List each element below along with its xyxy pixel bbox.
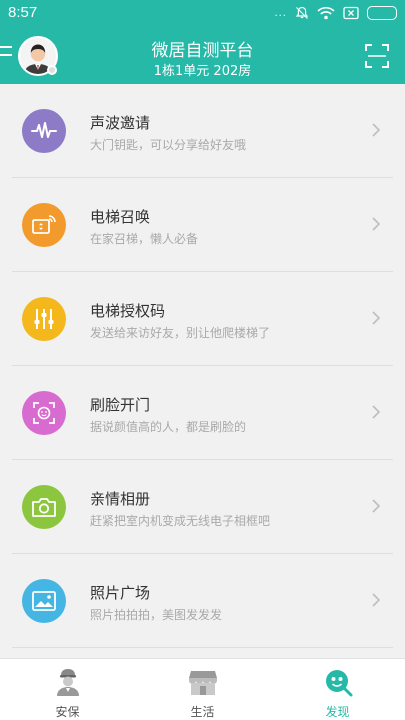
tab-life[interactable]: 生活 — [135, 659, 270, 720]
tab-discover[interactable]: 发现 — [270, 659, 405, 720]
chevron-right-icon — [372, 593, 381, 607]
feature-list: 声波邀请 大门钥匙，可以分享给好友哦 电梯召唤 在家召梯，懒人必备 电梯授权码 … — [0, 84, 405, 648]
feature-title: 电梯授权码 — [90, 302, 166, 320]
feature-description: 赶紧把室内机变成无线电子相框吧 — [90, 514, 271, 528]
feature-item-face-unlock[interactable]: 刷脸开门 据说颜值高的人，都是刷脸的 — [0, 366, 405, 460]
status-time: 8:57 — [8, 4, 38, 21]
battery-icon — [367, 6, 397, 20]
feature-title: 照片广场 — [90, 584, 151, 602]
feature-item-elevator-auth[interactable]: 电梯授权码 发送给来访好友，别让他爬楼梯了 — [0, 272, 405, 366]
feature-title: 亲情相册 — [90, 490, 151, 508]
bottom-tab-bar: 安保 生活 发现 — [0, 658, 405, 720]
page-title: 微居自测平台 — [151, 41, 254, 61]
feature-description: 在家召梯，懒人必备 — [90, 232, 199, 246]
tab-label: 生活 — [190, 705, 215, 719]
feature-description: 发送给来访好友，别让他爬楼梯了 — [90, 326, 271, 340]
status-bar: 8:57 ... — [0, 0, 405, 28]
tab-label: 安保 — [55, 705, 80, 719]
chevron-right-icon — [372, 217, 381, 231]
feature-title: 电梯召唤 — [90, 208, 151, 226]
chevron-right-icon — [372, 123, 381, 137]
tab-security[interactable]: 安保 — [0, 659, 135, 720]
mute-bell-icon — [295, 6, 309, 20]
divider — [12, 647, 393, 648]
chevron-right-icon — [372, 499, 381, 513]
feature-item-elevator-call[interactable]: 电梯召唤 在家召梯，懒人必备 — [0, 178, 405, 272]
feature-description: 据说颜值高的人，都是刷脸的 — [90, 420, 247, 434]
feature-item-photo-square[interactable]: 照片广场 照片拍拍拍，美图发发发 — [0, 554, 405, 648]
feature-title: 刷脸开门 — [90, 396, 151, 414]
face-scan-icon — [22, 391, 66, 435]
tab-label: 发现 — [325, 705, 350, 719]
guard-icon — [56, 669, 79, 696]
no-sim-icon — [343, 6, 359, 20]
scan-icon[interactable] — [365, 44, 389, 68]
app-header: 微居自测平台 1栋1单元 202房 — [0, 28, 405, 84]
room-address: 1栋1单元 202房 — [153, 64, 252, 79]
chevron-right-icon — [372, 405, 381, 419]
notification-dots: ... — [274, 7, 287, 19]
elevator-call-icon — [22, 203, 66, 247]
sound-wave-icon — [22, 109, 66, 153]
feature-description: 照片拍拍拍，美图发发发 — [90, 608, 223, 622]
wifi-icon — [317, 6, 335, 20]
feature-item-family-album[interactable]: 亲情相册 赶紧把室内机变成无线电子相框吧 — [0, 460, 405, 554]
feature-title: 声波邀请 — [90, 114, 151, 132]
shop-icon — [188, 671, 217, 695]
chevron-right-icon — [372, 311, 381, 325]
camera-icon — [22, 485, 66, 529]
status-icons: ... — [274, 6, 397, 20]
discover-icon — [325, 670, 352, 697]
feature-item-sound-invite[interactable]: 声波邀请 大门钥匙，可以分享给好友哦 — [0, 84, 405, 178]
sliders-icon — [22, 297, 66, 341]
picture-icon — [22, 579, 66, 623]
feature-description: 大门钥匙，可以分享给好友哦 — [90, 138, 247, 152]
